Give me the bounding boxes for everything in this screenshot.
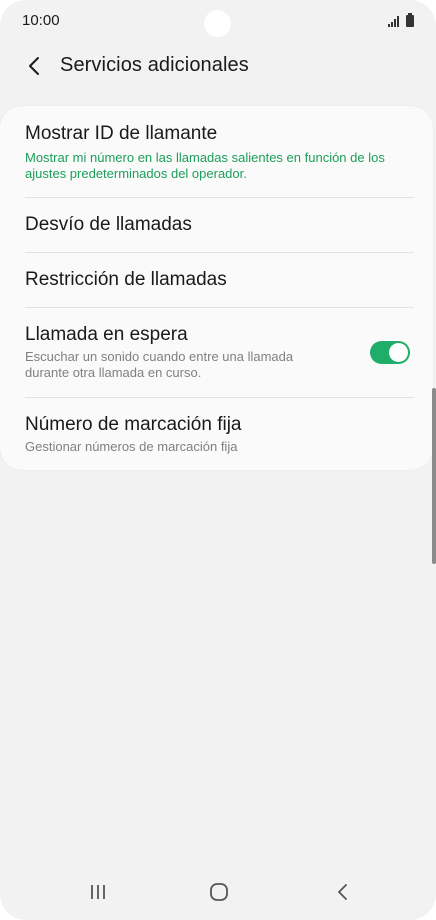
status-bar: 10:00	[0, 0, 436, 40]
status-time: 10:00	[22, 12, 60, 29]
setting-caller-id[interactable]: Mostrar ID de llamante Mostrar mi número…	[25, 123, 413, 182]
recent-apps-icon	[91, 885, 105, 899]
setting-subtitle: Gestionar números de marcación fija	[25, 439, 238, 454]
back-button[interactable]	[20, 51, 50, 81]
toggle-knob	[389, 343, 408, 362]
scrollbar[interactable]	[432, 388, 436, 564]
phone-screen: 10:00 Servicios adicionales Mostrar ID d…	[0, 0, 436, 920]
camera-cutout	[204, 10, 231, 37]
setting-subtitle: Mostrar mi número en las llamadas salien…	[25, 150, 385, 181]
nav-back-button[interactable]	[328, 880, 358, 904]
battery-icon	[406, 13, 414, 27]
setting-title: Mostrar ID de llamante	[25, 123, 218, 144]
setting-title: Número de marcación fija	[25, 414, 242, 435]
call-waiting-toggle[interactable]	[370, 341, 410, 364]
setting-title: Restricción de llamadas	[25, 269, 227, 290]
signal-icon	[388, 15, 399, 27]
setting-call-waiting[interactable]: Llamada en espera Escuchar un sonido cua…	[25, 324, 353, 381]
app-header: Servicios adicionales	[0, 44, 436, 88]
setting-title: Llamada en espera	[25, 324, 188, 345]
back-icon	[338, 884, 347, 900]
home-button[interactable]	[204, 880, 234, 904]
setting-call-forwarding[interactable]: Desvío de llamadas	[25, 214, 413, 236]
divider	[25, 197, 414, 198]
setting-subtitle: Escuchar un sonido cuando entre una llam…	[25, 349, 294, 380]
setting-call-barring[interactable]: Restricción de llamadas	[25, 269, 413, 291]
divider	[25, 397, 414, 398]
home-icon	[210, 883, 228, 901]
status-icons	[388, 13, 414, 27]
settings-card: Mostrar ID de llamante Mostrar mi número…	[0, 106, 433, 470]
divider	[25, 252, 414, 253]
page-title: Servicios adicionales	[60, 54, 249, 76]
navigation-bar	[0, 866, 436, 920]
chevron-left-icon	[29, 57, 39, 75]
divider	[25, 307, 414, 308]
recent-apps-button[interactable]	[83, 880, 113, 904]
setting-title: Desvío de llamadas	[25, 214, 192, 235]
setting-fixed-dialing[interactable]: Número de marcación fija Gestionar númer…	[25, 414, 413, 455]
